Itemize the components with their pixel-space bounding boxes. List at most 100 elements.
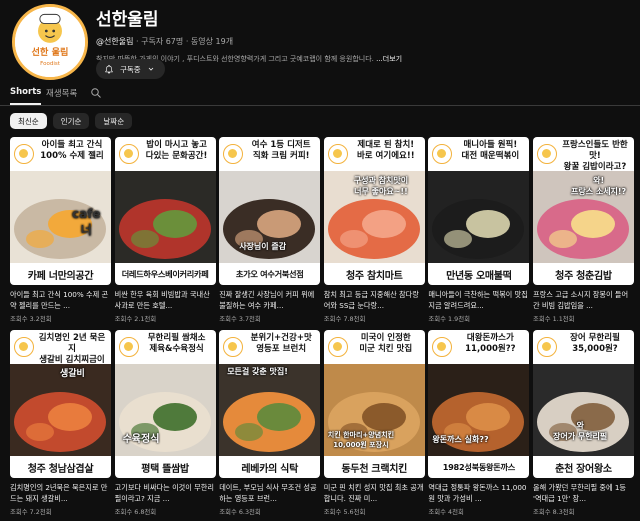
view-count: 조회수 7.2천회 — [10, 508, 52, 516]
short-card[interactable]: 프랑스인들도 반한 맛! 왕꿀 김밥이라고? 와! 프랑스 소세지!? 청주 청… — [532, 137, 634, 330]
channel-avatar[interactable]: 선한 울림 Foodist — [12, 4, 88, 80]
thumbnail-place-name: 만년동 오매불떡 — [446, 270, 512, 282]
short-title[interactable]: 아이들 최고 간식 100% 수제 곤약 젤리를 만드는 ... — [10, 290, 111, 311]
short-title[interactable]: 역대급 정통파 왕돈까스 11,000원 맛과 가성비 ... — [428, 483, 529, 504]
thumbnail-overlay-text: 구성과 참치맛이 너무 좋아요~!! — [353, 176, 409, 196]
foodist-logo — [14, 337, 34, 357]
more-link[interactable]: ...더보기 — [376, 55, 402, 63]
short-title[interactable]: 김치명인의 2년묵은 묵은지로 만드는 돼지 생갈비... — [10, 483, 111, 504]
thumbnail-top-text: 무한리필 쌈채소 제육&수육정식 — [147, 333, 206, 354]
short-title[interactable]: 올해 가봤던 무한리필 중에 1등 '역대급 1만' 장... — [533, 483, 634, 504]
channel-handle: @선한울림 — [96, 37, 134, 46]
thumbnail-top-text: 제대로 된 참치! 바로 여기에요!! — [356, 140, 415, 161]
short-title[interactable]: 비싼 한우 육회 비빔밥과 국내산 사과로 만든 호텔... — [115, 290, 216, 311]
thumbnail-place-name: 레베카의 식탁 — [241, 463, 298, 475]
short-thumbnail[interactable]: 무한리필 쌈채소 제육&수육정식 수육정식 평택 뜰쌈밥 — [114, 330, 216, 478]
sort-chips: 최신순 인기순 날짜순 — [10, 113, 133, 129]
foodist-logo — [327, 144, 348, 164]
svg-text:선한 울림: 선한 울림 — [31, 46, 68, 58]
short-card[interactable]: 분위기+건강+맛 영등포 브런치 모든걸 갖춘 맛집! 레베카의 식탁 데이트,… — [219, 330, 321, 521]
thumbnail-overlay-text: 수육정식 — [122, 434, 160, 445]
view-count: 조회수 4천회 — [428, 508, 464, 516]
subscribe-button[interactable]: 구독중 — [96, 59, 165, 79]
short-card[interactable]: 밥이 마시고 놓고 다있는 문화공간! 더레드하우스베이커리카페 비싼 한우 육… — [114, 137, 216, 330]
video-count: 동영상 19개 — [190, 37, 234, 46]
foodist-logo — [536, 144, 557, 164]
short-card[interactable]: 제대로 된 참치! 바로 여기에요!! 구성과 참치맛이 너무 좋아요~!! 청… — [323, 137, 425, 330]
thumbnail-overlay-text: 치킨 한마리+양념치킨 10,000원 포장시 — [327, 431, 395, 449]
view-count: 조회수 1.9천회 — [428, 315, 470, 323]
short-thumbnail[interactable]: 아이들 최고 간식 100% 수제 젤리 cafe 너 카페 너만의공간 — [10, 137, 111, 285]
view-count: 조회수 2.1천회 — [114, 315, 157, 323]
short-title[interactable]: 진짜 잘생긴 사장님이 커피 위에 불질하는 여수 카페... — [219, 290, 320, 311]
subscribe-label: 구독중 — [120, 64, 141, 74]
channel-meta: @선한울림 · 구독자 67명 · 동영상 19개 — [96, 37, 234, 46]
thumbnail-overlay-text: cafe 너 — [72, 207, 101, 237]
thumbnail-place-name: 평택 뜰쌈밥 — [141, 463, 189, 475]
thumbnail-place-name: 더레드하우스베이커리카페 — [121, 269, 209, 279]
foodist-logo — [118, 144, 139, 164]
thumbnail-top-text: 장어 무한리필 35,000원? — [570, 333, 620, 354]
thumbnail-photo — [532, 362, 634, 458]
short-title[interactable]: 데이트, 부모님 식사 무조건 성공하는 영등포 브런... — [219, 483, 320, 504]
search-icon[interactable] — [90, 87, 102, 99]
view-count: 조회수 6.3천회 — [219, 508, 261, 516]
thumbnail-place-name: 1982성북동왕돈까스 — [442, 462, 516, 472]
short-title[interactable]: 고기보다 비싸다는 이것이 무한리필이라고? 지금 ... — [115, 483, 216, 504]
thumbnail-top-text: 미국이 인정한 미군 치킨 맛집 — [359, 333, 413, 354]
thumbnail-photo — [114, 169, 216, 265]
short-thumbnail[interactable]: 프랑스인들도 반한 맛! 왕꿀 김밥이라고? 와! 프랑스 소세지!? 청주 청… — [532, 137, 634, 285]
view-count: 조회수 1.1천회 — [532, 315, 575, 323]
foodist-logo — [118, 337, 139, 357]
tab-shorts[interactable]: Shorts — [10, 87, 42, 105]
short-title[interactable]: 매니아들이 극찬하는 떡볶이 맛집 지금 알려드려요... — [428, 290, 529, 311]
short-card[interactable]: 대왕돈까스가 11,000원?? 왕돈까스 실화?? 1982성북동왕돈까스 역… — [428, 330, 530, 521]
view-count: 조회수 5.6천회 — [323, 508, 366, 516]
short-thumbnail[interactable]: 여수 1등 디저트 직화 크림 커피! 사장님이 즐감 초가오 여수거북선점 — [219, 137, 321, 285]
short-card[interactable]: 무한리필 쌈채소 제육&수육정식 수육정식 평택 뜰쌈밥 고기보다 비싸다는 이… — [114, 330, 216, 521]
channel-tabs: Shorts 재생목록 — [0, 84, 640, 106]
view-count: 조회수 3.2천회 — [10, 315, 52, 323]
short-card[interactable]: 매니아들 원픽! 대전 매운떡볶이 만년동 오매불떡 매니아들이 극찬하는 떡볶… — [428, 137, 530, 330]
view-count: 조회수 3.7천회 — [219, 315, 261, 323]
channel-header: 선한 울림 Foodist 선한울림 @선한울림 · 구독자 67명 · 동영상… — [10, 4, 640, 84]
short-card[interactable]: 김치명인 2년 묵은지 생갈비 김치찌금이 생갈비 청주 청남삼겹살 김치명인의… — [10, 330, 111, 521]
short-thumbnail[interactable]: 분위기+건강+맛 영등포 브런치 모든걸 갖춘 맛집! 레베카의 식탁 — [219, 330, 321, 478]
short-title[interactable]: 미군 핀 치킨 성지 맛집 최초 공개합니다. 진짜 미... — [324, 483, 425, 504]
thumbnail-overlay-text: 와! 프랑스 소세지!? — [570, 176, 627, 196]
short-thumbnail[interactable]: 밥이 마시고 놓고 다있는 문화공간! 더레드하우스베이커리카페 — [114, 137, 216, 285]
thumbnail-top-text: 프랑스인들도 반한 맛! 왕꿀 김밥이라고? — [562, 140, 628, 172]
shorts-grid: 아이들 최고 간식 100% 수제 젤리 cafe 너 카페 너만의공간 아이들… — [10, 137, 634, 521]
view-count: 조회수 6.8천회 — [114, 508, 157, 516]
short-title[interactable]: 참치 최고 등급 지중해산 참다랑어와 SS급 눈다랑... — [324, 290, 425, 311]
chip-popular[interactable]: 인기순 — [52, 113, 90, 129]
thumbnail-top-text: 여수 1등 디저트 직화 크림 커피! — [251, 140, 311, 161]
channel-logo-image: 선한 울림 Foodist — [15, 7, 85, 77]
tab-playlists[interactable]: 재생목록 — [46, 87, 77, 105]
chip-date[interactable]: 날짜순 — [95, 113, 133, 129]
thumbnail-overlay-text: 모든걸 갖춘 맛집! — [227, 367, 288, 376]
thumbnail-place-name: 카페 너만의공간 — [27, 270, 94, 282]
short-title[interactable]: 프랑스 고급 소시지 장봉이 들어간 비빔 김밥임을 ... — [533, 290, 634, 311]
view-count: 조회수 7.8천회 — [323, 315, 366, 323]
chevron-down-icon — [148, 67, 153, 71]
view-count: 조회수 8.3천회 — [532, 508, 575, 516]
short-thumbnail[interactable]: 장어 무한리필 35,000원? 와 장어가 무한리필 춘천 장어왕소 — [532, 330, 634, 478]
short-thumbnail[interactable]: 제대로 된 참치! 바로 여기에요!! 구성과 참치맛이 너무 좋아요~!! 청… — [323, 137, 425, 285]
short-card[interactable]: 아이들 최고 간식 100% 수제 젤리 cafe 너 카페 너만의공간 아이들… — [10, 137, 111, 330]
subscriber-count: 구독자 67명 — [141, 37, 184, 46]
short-card[interactable]: 여수 1등 디저트 직화 크림 커피! 사장님이 즐감 초가오 여수거북선점 진… — [219, 137, 321, 330]
thumbnail-top-text: 매니아들 원픽! 대전 매운떡볶이 — [461, 140, 520, 161]
short-thumbnail[interactable]: 매니아들 원픽! 대전 매운떡볶이 만년동 오매불떡 — [428, 137, 530, 285]
chip-latest[interactable]: 최신순 — [10, 113, 47, 129]
thumbnail-photo — [428, 169, 530, 265]
thumbnail-place-name: 춘천 장어왕소 — [555, 463, 612, 475]
short-thumbnail[interactable]: 대왕돈까스가 11,000원?? 왕돈까스 실화?? 1982성북동왕돈까스 — [428, 330, 530, 478]
thumbnail-place-name: 동두천 크랙치킨 — [341, 463, 408, 475]
short-card[interactable]: 미국이 인정한 미군 치킨 맛집 치킨 한마리+양념치킨 10,000원 포장시… — [323, 330, 425, 521]
bell-icon — [105, 64, 113, 74]
short-thumbnail[interactable]: 미국이 인정한 미군 치킨 맛집 치킨 한마리+양념치킨 10,000원 포장시… — [323, 330, 425, 478]
short-thumbnail[interactable]: 김치명인 2년 묵은지 생갈비 김치찌금이 생갈비 청주 청남삼겹살 — [10, 330, 111, 478]
short-card[interactable]: 장어 무한리필 35,000원? 와 장어가 무한리필 춘천 장어왕소 올해 가… — [532, 330, 634, 521]
thumbnail-overlay-text: 와 장어가 무한리필 — [552, 421, 608, 441]
